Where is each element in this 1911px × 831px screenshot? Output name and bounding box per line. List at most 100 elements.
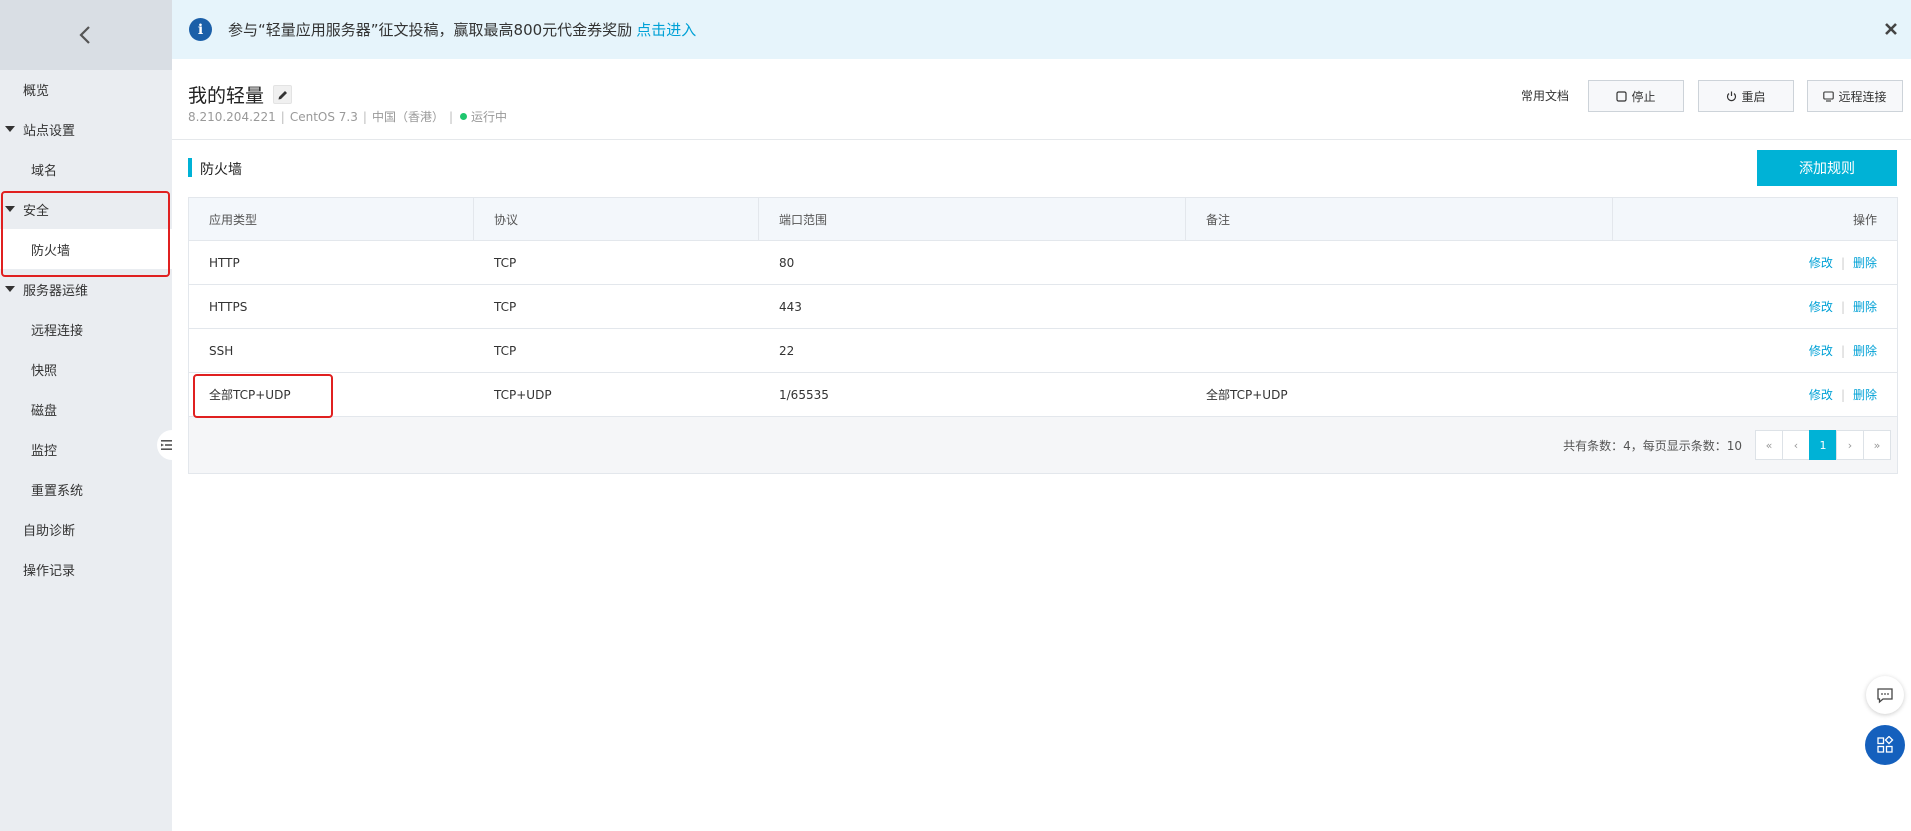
page-1-button[interactable]: 1	[1809, 430, 1837, 460]
column-header-protocol: 协议	[474, 198, 759, 240]
sidebar: 概览 站点设置 域名 安全 防火墙 服务器运维 远程连接 快照 磁盘 监控 重置…	[0, 0, 174, 831]
notice-bar: i 参与“轻量应用服务器”征文投稿，赢取最高800元代金券奖励 点击进入	[172, 0, 1911, 59]
section-accent-bar	[188, 158, 192, 177]
cell-app-type: SSH	[209, 343, 234, 358]
table-row: SSH TCP 22 修改 | 删除	[189, 329, 1897, 373]
apps-button[interactable]	[1865, 725, 1905, 765]
remote-connect-label: 远程连接	[1838, 89, 1887, 104]
status-dot-icon	[460, 113, 467, 120]
chevron-left-icon[interactable]	[76, 25, 96, 45]
sidebar-group-site-settings[interactable]: 站点设置	[0, 109, 172, 149]
sidebar-item-remote-connect[interactable]: 远程连接	[0, 309, 172, 349]
column-header-actions: 操作	[1852, 212, 1877, 227]
column-header-app-type: 应用类型	[189, 198, 474, 240]
chat-icon	[1877, 688, 1893, 704]
column-header-port-range: 端口范围	[759, 198, 1186, 240]
sidebar-item-label: 磁盘	[31, 403, 58, 419]
feedback-chat-button[interactable]	[1866, 676, 1904, 714]
collapse-icon	[161, 440, 172, 450]
delete-rule-link[interactable]: 删除	[1853, 342, 1877, 359]
sidebar-item-label: 服务器运维	[23, 283, 89, 299]
action-separator: |	[1840, 299, 1845, 314]
restart-button[interactable]: 重启	[1698, 80, 1794, 112]
delete-rule-link[interactable]: 删除	[1853, 386, 1877, 403]
sidebar-item-label: 防火墙	[31, 243, 71, 259]
notice-link[interactable]: 点击进入	[636, 19, 696, 40]
cell-actions: 修改 | 删除	[1613, 373, 1897, 416]
last-page-button[interactable]: »	[1863, 430, 1891, 460]
header-divider	[172, 139, 1911, 140]
cell-protocol: TCP	[494, 299, 517, 314]
column-header-note: 备注	[1186, 198, 1613, 240]
pagination: « ‹ 1 › »	[1755, 430, 1891, 460]
instance-ip: 8.210.204.221	[188, 109, 276, 124]
cell-actions: 修改 | 删除	[1613, 241, 1897, 284]
add-rule-button[interactable]: 添加规则	[1757, 150, 1897, 186]
sidebar-item-label: 操作记录	[23, 563, 76, 579]
edit-rule-link[interactable]: 修改	[1809, 254, 1833, 271]
docs-link[interactable]: 常用文档	[1521, 87, 1569, 104]
instance-os: CentOS 7.3	[289, 109, 358, 124]
sidebar-item-snapshot[interactable]: 快照	[0, 349, 172, 389]
sidebar-item-label: 站点设置	[23, 123, 76, 139]
cell-protocol: TCP+UDP	[494, 387, 552, 402]
table-row: HTTPS TCP 443 修改 | 删除	[189, 285, 1897, 329]
sidebar-item-monitor[interactable]: 监控	[0, 429, 172, 469]
delete-rule-link[interactable]: 删除	[1853, 298, 1877, 315]
sidebar-item-reset-system[interactable]: 重置系统	[0, 469, 172, 509]
triangle-down-icon	[5, 206, 15, 212]
cell-app-type: HTTPS	[209, 299, 248, 314]
sidebar-item-label: 监控	[31, 443, 58, 459]
stop-button-label: 停止	[1631, 89, 1656, 104]
remote-connect-button[interactable]: 远程连接	[1807, 80, 1903, 112]
sidebar-group-server-ops[interactable]: 服务器运维	[0, 269, 172, 309]
table-row: HTTP TCP 80 修改 | 删除	[189, 241, 1897, 285]
info-icon: i	[189, 18, 212, 41]
sidebar-group-security[interactable]: 安全	[0, 189, 172, 229]
firewall-table: 应用类型 协议 端口范围 备注 操作 HTTP TCP 80 修改 | 删除 H…	[188, 197, 1898, 474]
prev-page-button[interactable]: ‹	[1782, 430, 1810, 460]
stop-button[interactable]: 停止	[1588, 80, 1684, 112]
section-title: 防火墙	[200, 162, 242, 178]
cell-note: 全部TCP+UDP	[1206, 388, 1288, 402]
next-page-button[interactable]: ›	[1836, 430, 1864, 460]
action-separator: |	[1840, 255, 1845, 270]
cell-actions: 修改 | 删除	[1613, 329, 1897, 372]
meta-separator: |	[280, 109, 285, 124]
close-icon[interactable]	[1881, 19, 1901, 39]
edit-rule-link[interactable]: 修改	[1809, 386, 1833, 403]
sidebar-item-domain[interactable]: 域名	[0, 149, 172, 189]
table-header: 应用类型 协议 端口范围 备注 操作	[189, 198, 1897, 241]
sidebar-item-label: 重置系统	[31, 483, 84, 499]
apps-grid-icon	[1877, 736, 1894, 753]
cell-actions: 修改 | 删除	[1613, 285, 1897, 328]
edit-name-button[interactable]	[273, 85, 292, 104]
sidebar-item-disk[interactable]: 磁盘	[0, 389, 172, 429]
meta-separator: |	[448, 109, 453, 124]
sidebar-item-self-diagnosis[interactable]: 自助诊断	[0, 509, 172, 549]
cell-app-type: HTTP	[209, 255, 240, 270]
edit-rule-link[interactable]: 修改	[1809, 298, 1833, 315]
sidebar-item-label: 安全	[23, 203, 50, 219]
sidebar-item-overview[interactable]: 概览	[0, 69, 172, 109]
action-separator: |	[1840, 387, 1845, 402]
cell-note	[1186, 329, 1613, 372]
page-title: 我的轻量	[188, 85, 265, 107]
stop-icon	[1616, 90, 1628, 102]
cell-note	[1186, 241, 1613, 284]
triangle-down-icon	[5, 126, 15, 132]
cell-port-range: 443	[779, 299, 802, 314]
pencil-icon	[278, 90, 287, 99]
triangle-down-icon	[5, 286, 15, 292]
cell-port-range: 1/65535	[779, 387, 829, 402]
delete-rule-link[interactable]: 删除	[1853, 254, 1877, 271]
first-page-button[interactable]: «	[1755, 430, 1783, 460]
sidebar-header	[0, 0, 172, 70]
sidebar-item-label: 自助诊断	[23, 523, 76, 539]
sidebar-item-operation-log[interactable]: 操作记录	[0, 549, 172, 589]
cell-note	[1186, 285, 1613, 328]
cell-protocol: TCP	[494, 343, 517, 358]
sidebar-item-firewall[interactable]: 防火墙	[0, 229, 172, 269]
action-separator: |	[1840, 343, 1845, 358]
edit-rule-link[interactable]: 修改	[1809, 342, 1833, 359]
